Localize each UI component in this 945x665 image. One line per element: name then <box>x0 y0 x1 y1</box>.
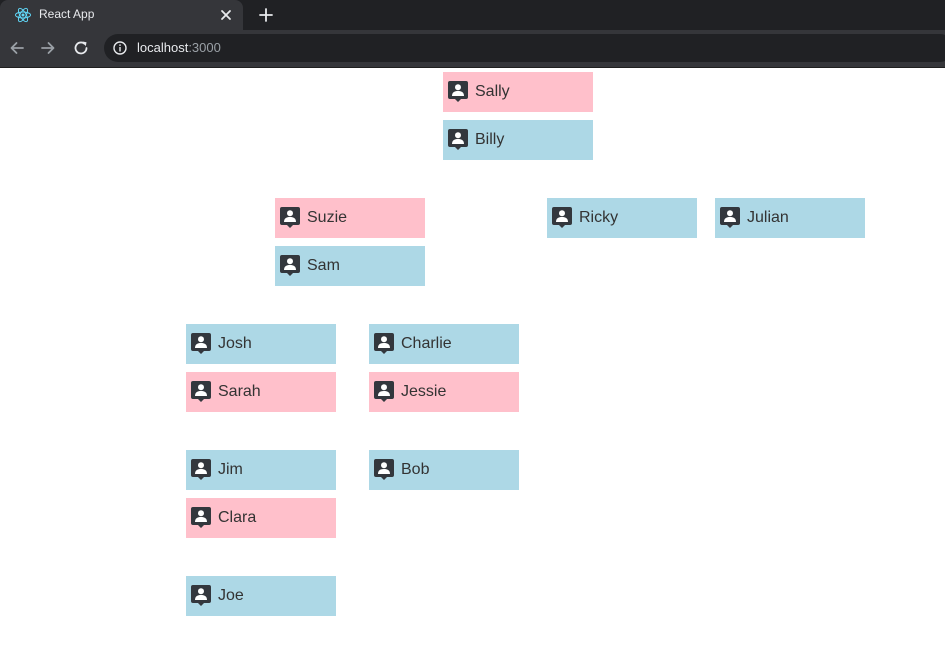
person-card-joe[interactable]: Joe <box>186 576 336 616</box>
person-badge-icon <box>191 333 211 354</box>
person-badge-icon <box>552 207 572 228</box>
person-name: Joe <box>218 587 244 604</box>
tab-strip: React App <box>0 0 945 30</box>
person-name: Sarah <box>218 383 261 400</box>
url-text[interactable]: localhost:3000 <box>137 40 221 55</box>
person-card-julian[interactable]: Julian <box>715 198 865 238</box>
browser-toolbar: localhost:3000 <box>0 30 945 68</box>
person-card-charlie[interactable]: Charlie <box>369 324 519 364</box>
tab-title: React App <box>39 7 95 21</box>
person-card-jessie[interactable]: Jessie <box>369 372 519 412</box>
new-tab-icon[interactable] <box>256 5 276 25</box>
person-name: Ricky <box>579 209 619 226</box>
person-name: Jessie <box>401 383 447 400</box>
person-badge-icon <box>280 207 300 228</box>
reload-icon[interactable] <box>72 39 90 57</box>
person-card-suzie[interactable]: Suzie <box>275 198 425 238</box>
person-name: Clara <box>218 509 257 526</box>
person-card-bob[interactable]: Bob <box>369 450 519 490</box>
person-badge-icon <box>191 459 211 480</box>
person-badge-icon <box>191 585 211 606</box>
person-card-jim[interactable]: Jim <box>186 450 336 490</box>
person-badge-icon <box>374 459 394 480</box>
person-card-sally[interactable]: Sally <box>443 72 593 112</box>
browser-tab[interactable]: React App <box>0 0 243 30</box>
person-name: Suzie <box>307 209 348 226</box>
person-name: Jim <box>218 461 243 478</box>
person-badge-icon <box>374 333 394 354</box>
person-card-billy[interactable]: Billy <box>443 120 593 160</box>
person-name: Sally <box>475 83 510 100</box>
react-icon <box>15 7 31 23</box>
person-name: Charlie <box>401 335 452 352</box>
person-badge-icon <box>191 507 211 528</box>
info-icon[interactable] <box>113 41 127 55</box>
person-badge-icon <box>448 129 468 150</box>
person-name: Sam <box>307 257 340 274</box>
person-card-sam[interactable]: Sam <box>275 246 425 286</box>
person-name: Billy <box>475 131 505 148</box>
person-card-ricky[interactable]: Ricky <box>547 198 697 238</box>
person-badge-icon <box>280 255 300 276</box>
person-badge-icon <box>720 207 740 228</box>
person-name: Julian <box>747 209 789 226</box>
forward-arrow-icon[interactable] <box>39 39 57 57</box>
url-host: localhost <box>137 40 189 55</box>
address-bar[interactable]: localhost:3000 <box>104 34 945 62</box>
person-card-clara[interactable]: Clara <box>186 498 336 538</box>
url-port: :3000 <box>188 40 221 55</box>
person-card-sarah[interactable]: Sarah <box>186 372 336 412</box>
person-name: Josh <box>218 335 252 352</box>
person-badge-icon <box>448 81 468 102</box>
close-icon[interactable] <box>218 7 234 23</box>
person-card-josh[interactable]: Josh <box>186 324 336 364</box>
person-badge-icon <box>374 381 394 402</box>
person-badge-icon <box>191 381 211 402</box>
person-name: Bob <box>401 461 430 478</box>
back-arrow-icon[interactable] <box>8 39 26 57</box>
